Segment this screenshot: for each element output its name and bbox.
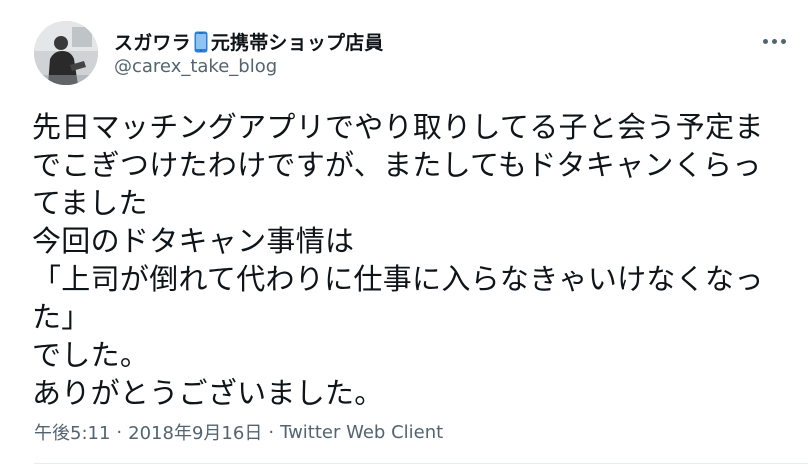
- more-horizontal-icon: [780, 38, 786, 44]
- tweet-date[interactable]: 2018年9月16日: [128, 419, 262, 445]
- more-horizontal-icon: [762, 38, 768, 44]
- tweet-client[interactable]: Twitter Web Client: [280, 422, 443, 443]
- separator: ·: [268, 421, 275, 443]
- divider: [34, 463, 808, 464]
- display-name-suffix: 元携帯ショップ店員: [210, 31, 384, 54]
- tweet-card: スガワラ 元携帯ショップ店員 @carex_take_blog 先日マッチングア…: [0, 0, 808, 471]
- avatar-image: [34, 21, 98, 85]
- more-horizontal-icon: [771, 38, 777, 44]
- more-options-button[interactable]: [756, 28, 792, 54]
- tweet-metadata: 午後5:11 · 2018年9月16日 · Twitter Web Client: [34, 419, 443, 445]
- user-handle[interactable]: @carex_take_blog: [114, 56, 277, 77]
- separator: ·: [116, 421, 123, 443]
- display-name-prefix: スガワラ: [114, 31, 191, 54]
- mobile-phone-icon: [194, 31, 208, 53]
- avatar[interactable]: [34, 21, 98, 85]
- tweet-time[interactable]: 午後5:11: [34, 419, 110, 445]
- display-name[interactable]: スガワラ 元携帯ショップ店員: [114, 28, 384, 54]
- tweet-text: 先日マッチングアプリでやり取りしてる子と会う予定までこぎつけたわけですが、またし…: [32, 110, 764, 410]
